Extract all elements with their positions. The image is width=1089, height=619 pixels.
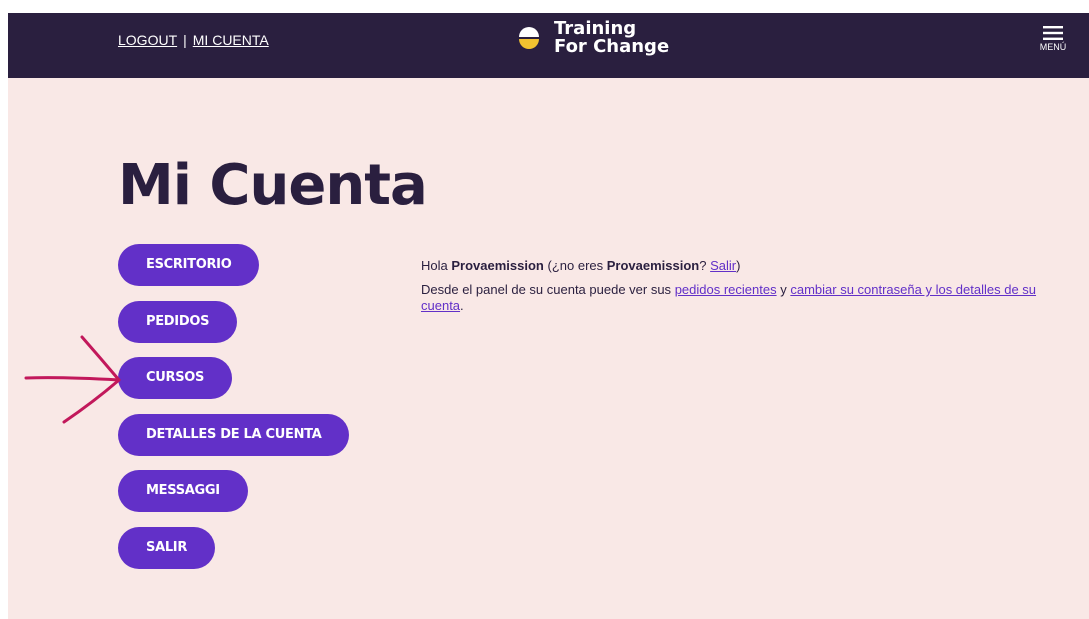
menu-button[interactable]: MENÚ (1031, 25, 1075, 52)
dashboard-intro: Desde el panel de su cuenta puede ver su… (421, 282, 672, 297)
logout-link[interactable]: LOGOUT (118, 32, 177, 48)
hamburger-menu-icon (1043, 26, 1063, 40)
link-separator: | (183, 32, 187, 48)
page-title: Mi Cuenta (118, 153, 428, 218)
account-links: LOGOUT | MI CUENTA (118, 32, 269, 48)
page: LOGOUT | MI CUENTA Training For Change M… (8, 13, 1089, 619)
greeting-hello: Hola (421, 258, 448, 273)
dashboard-text: Desde el panel de su cuenta puede ver su… (421, 282, 1061, 314)
greeting-close: ) (736, 258, 741, 273)
top-bar: LOGOUT | MI CUENTA Training For Change M… (8, 13, 1089, 78)
greeting-qmark: ? (699, 258, 707, 273)
nav-cursos-button[interactable]: CURSOS (118, 357, 233, 400)
dashboard-and: y (780, 282, 787, 297)
nav-detalles-cuenta-button[interactable]: DETALLES DE LA CUENTA (118, 413, 350, 456)
greeting-logout-link[interactable]: Salir (710, 258, 736, 273)
nav-salir-button[interactable]: SALIR (118, 526, 216, 569)
nav-pedidos-button[interactable]: PEDIDOS (118, 300, 238, 343)
half-circle-logo-icon (519, 27, 539, 49)
site-logo[interactable]: Training For Change (518, 20, 669, 56)
nav-escritorio-button[interactable]: ESCRITORIO (118, 244, 260, 286)
logo-line-2: For Change (554, 36, 670, 57)
account-navigation: ESCRITORIO PEDIDOS CURSOS DETALLES DE LA… (118, 244, 350, 584)
greeting-username: Provaemission (451, 258, 544, 273)
account-content: Hola Provaemission (¿no eres Provaemissi… (421, 258, 1061, 322)
hand-drawn-arrow-icon (24, 335, 121, 424)
recent-orders-link[interactable]: pedidos recientes (675, 282, 777, 297)
nav-messaggi-button[interactable]: MESSAGGI (118, 470, 248, 513)
greeting-username-2: Provaemission (606, 258, 700, 273)
menu-label: MENÚ (1039, 42, 1067, 52)
my-account-link[interactable]: MI CUENTA (193, 32, 269, 48)
dashboard-period: . (460, 298, 464, 313)
logo-text: Training For Change (554, 20, 669, 56)
greeting-not-you: (¿no eres (547, 258, 604, 273)
greeting-text: Hola Provaemission (¿no eres Provaemissi… (421, 258, 1061, 274)
